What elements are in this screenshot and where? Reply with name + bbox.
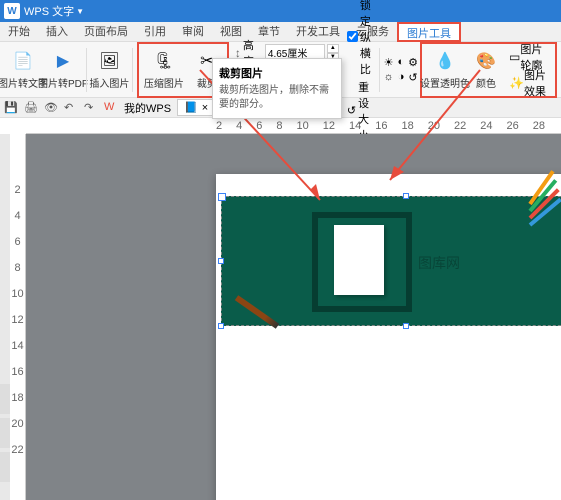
side-tab-2[interactable] bbox=[0, 418, 10, 448]
tab-start[interactable]: 开始 bbox=[0, 22, 38, 42]
annotation-arrow-2 bbox=[390, 70, 510, 193]
side-tab-3[interactable] bbox=[0, 452, 10, 482]
lock-ratio-checkbox[interactable] bbox=[347, 31, 358, 42]
vertical-ruler[interactable]: 246810121416182022 bbox=[10, 134, 26, 500]
watermark-text: 图库网 bbox=[418, 253, 460, 273]
pic-outline-button[interactable]: ▭图片轮廓 bbox=[505, 45, 554, 69]
image-icon: 🖼 bbox=[97, 49, 121, 73]
tab-review[interactable]: 审阅 bbox=[174, 22, 212, 42]
tab-insert[interactable]: 插入 bbox=[38, 22, 76, 42]
insert-pic-button[interactable]: 🖼插入图片 bbox=[90, 45, 128, 95]
undo-icon[interactable]: ↶ bbox=[64, 101, 78, 115]
tab-picture-tools[interactable]: 图片工具 bbox=[397, 22, 461, 42]
brush-decoration bbox=[235, 295, 279, 329]
tooltip-body: 裁剪所选图片，删除不需要的部分。 bbox=[219, 84, 335, 112]
pic-to-text-button[interactable]: 📄图片转文字 bbox=[4, 45, 42, 95]
crop-tooltip: 裁剪图片 裁剪所选图片，删除不需要的部分。 bbox=[212, 58, 342, 119]
doc-icon: 📘 bbox=[184, 101, 198, 114]
side-tabs bbox=[0, 134, 10, 500]
preview-icon[interactable]: 👁 bbox=[44, 101, 58, 115]
reset-size-button[interactable]: 重设大小 bbox=[358, 79, 375, 143]
side-tab-1[interactable] bbox=[0, 384, 10, 414]
selected-image[interactable]: 图库网 50% bbox=[221, 196, 561, 326]
title-bar: W WPS 文字 ▼ bbox=[0, 0, 561, 22]
effect-icon: ✨ bbox=[509, 75, 524, 91]
app-title: WPS 文字 bbox=[24, 3, 74, 19]
title-dropdown-icon[interactable]: ▼ bbox=[76, 7, 84, 16]
pic-effect-button[interactable]: ✨图片效果 bbox=[505, 71, 554, 95]
compress-icon: 🗜 bbox=[152, 49, 176, 73]
text-icon: 📄 bbox=[11, 49, 35, 73]
tooltip-title: 裁剪图片 bbox=[219, 65, 335, 81]
wps-logo-icon[interactable]: W bbox=[104, 101, 118, 115]
redo-icon[interactable]: ↷ bbox=[84, 101, 98, 115]
pdf-icon: ▶ bbox=[51, 49, 75, 73]
pencils-decoration bbox=[530, 197, 561, 237]
brightness-icon[interactable]: ☀ bbox=[384, 56, 394, 69]
tab-reference[interactable]: 引用 bbox=[136, 22, 174, 42]
app-logo: W bbox=[4, 3, 20, 19]
outline-icon: ▭ bbox=[509, 49, 520, 65]
white-paper bbox=[334, 225, 384, 295]
tab-layout[interactable]: 页面布局 bbox=[76, 22, 136, 42]
lock-ratio-label: 锁定纵横比 bbox=[360, 0, 375, 77]
print-icon[interactable]: 🖨 bbox=[24, 101, 38, 115]
adjust-icon[interactable]: ⚙ bbox=[408, 56, 418, 69]
contrast-icon[interactable]: ◐ bbox=[397, 56, 404, 69]
reset-icon: ↺ bbox=[347, 104, 356, 117]
compress-pic-button[interactable]: 🗜压缩图片 bbox=[140, 45, 188, 95]
my-wps-link[interactable]: 我的WPS bbox=[124, 100, 171, 116]
save-icon[interactable]: 💾 bbox=[4, 101, 18, 115]
pic-to-pdf-button[interactable]: ▶图片转PDF bbox=[44, 45, 82, 95]
height-up[interactable]: ▲ bbox=[327, 44, 339, 53]
